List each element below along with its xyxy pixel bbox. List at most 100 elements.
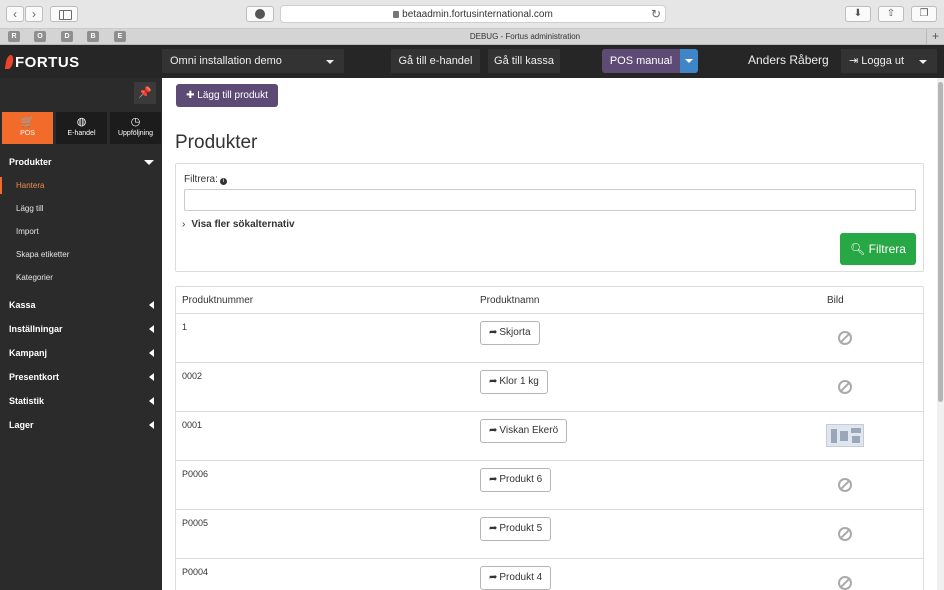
lock-icon (393, 11, 400, 18)
no-image-icon (838, 331, 852, 345)
pos-manual-dropdown[interactable] (680, 49, 698, 73)
sidebar-item-import[interactable]: Import (0, 220, 162, 243)
browser-toolbar: ‹ › betaadmin.fortusinternational.com ↻ … (0, 0, 944, 29)
chevron-left-icon (149, 349, 154, 357)
sidebar-item-hantera[interactable]: Hantera (0, 174, 162, 197)
favicon-r[interactable]: R (8, 31, 20, 42)
user-name: Anders Råberg (748, 53, 829, 67)
product-link-button[interactable]: ➦ Produkt 4 (480, 566, 552, 590)
chevron-down-icon (144, 160, 154, 165)
new-tab-icon[interactable]: + (926, 29, 944, 44)
sidebar-section-installningar[interactable]: Inställningar (0, 317, 162, 341)
filter-button[interactable]: 🔍︎ Filtrera (840, 233, 916, 265)
download-icon[interactable]: ⬇ (845, 6, 871, 22)
share-icon[interactable]: ⇧ (878, 6, 904, 22)
sidebar-section-produkter[interactable]: Produkter (0, 150, 162, 174)
module-tab-pos[interactable]: 🛒 POS (2, 112, 53, 144)
reload-icon[interactable]: ↻ (651, 6, 661, 23)
goto-kassa-button[interactable]: Gå till kassa (488, 49, 560, 73)
chevron-left-icon (149, 373, 154, 381)
share-arrow-icon: ➦ (489, 572, 498, 583)
filter-panel: Filtrera: i › Visa fler sökalternativ 🔍︎ F… (175, 163, 924, 272)
chevron-left-icon (149, 397, 154, 405)
no-image-icon (838, 380, 852, 394)
privacy-shield-icon[interactable] (246, 6, 274, 22)
sidebar-item-skapa-etiketter[interactable]: Skapa etiketter (0, 243, 162, 266)
chevron-left-icon (149, 325, 154, 333)
no-image-icon (838, 478, 852, 492)
search-icon: 🔍︎ (850, 242, 866, 256)
favicon-o[interactable]: O (34, 31, 46, 42)
produkter-submenu: Hantera Lägg till Import Skapa etiketter… (0, 174, 162, 289)
sidebar-section-presentkort[interactable]: Presentkort (0, 365, 162, 389)
module-tab-uppfoljning[interactable]: ◷ Uppföljning (110, 112, 161, 144)
tabs-overview-icon[interactable]: ❐ (911, 6, 937, 22)
page-title: Produkter (175, 132, 258, 153)
product-table: Produktnummer Produktnamn Bild 1 ➦ Skjort… (175, 286, 924, 590)
scrollbar-thumb[interactable] (938, 82, 943, 402)
module-tabs: 🛒 POS ◍ E-handel ◷ Uppföljning (2, 112, 162, 144)
share-arrow-icon: ➦ (489, 376, 498, 387)
sidebar-section-kampanj[interactable]: Kampanj (0, 341, 162, 365)
table-row: 1 ➦ Skjorta (176, 314, 923, 363)
product-link-button[interactable]: ➦ Klor 1 kg (480, 370, 548, 394)
product-link-button[interactable]: ➦ Viskan Ekerö (480, 419, 568, 443)
chevron-right-icon: › (182, 219, 186, 230)
table-row: 0001 ➦ Viskan Ekerö (176, 412, 923, 461)
product-thumbnail[interactable] (826, 424, 864, 447)
favicon-d[interactable]: D (61, 31, 73, 42)
product-number: P0005 (182, 518, 209, 528)
forward-icon[interactable]: › (25, 6, 43, 22)
active-tab-title[interactable]: DEBUG - Fortus administration (130, 29, 920, 44)
chevron-left-icon (149, 421, 154, 429)
sidebar-section-lager[interactable]: Lager (0, 413, 162, 437)
product-number: 0001 (182, 420, 203, 430)
product-link-button[interactable]: ➦ Produkt 5 (480, 517, 552, 541)
more-search-options-toggle[interactable]: › Visa fler sökalternativ (182, 219, 295, 230)
module-tab-ehandel[interactable]: ◍ E-handel (56, 112, 107, 144)
product-number: P0006 (182, 469, 209, 479)
globe-icon: ◍ (76, 116, 87, 128)
favicon-e[interactable]: E (114, 31, 126, 42)
table-row: P0006 ➦ Produkt 6 (176, 461, 923, 510)
sidebar-item-kategorier[interactable]: Kategorier (0, 266, 162, 289)
product-number: 0002 (182, 371, 203, 381)
logout-button[interactable]: ⇥ Logga ut (841, 49, 937, 73)
table-row: P0005 ➦ Produkt 5 (176, 510, 923, 559)
page-scrollbar[interactable] (937, 78, 944, 590)
store-selector[interactable]: Omni installation demo (162, 49, 344, 73)
share-arrow-icon: ➦ (489, 474, 498, 485)
favicon-b[interactable]: B (87, 31, 99, 42)
caret-down-icon (919, 60, 927, 64)
sidebar: 📌 🛒 POS ◍ E-handel ◷ Uppföljning Produkt… (0, 78, 162, 590)
sidebar-toggle-icon[interactable] (50, 6, 78, 22)
sidebar-section-kassa[interactable]: Kassa (0, 293, 162, 317)
column-header-produktnummer[interactable]: Produktnummer (182, 295, 253, 306)
filter-input[interactable] (184, 189, 916, 211)
pos-manual-button[interactable]: POS manual (602, 49, 680, 73)
pin-icon[interactable]: 📌 (134, 82, 156, 104)
no-image-icon (838, 576, 852, 590)
app-topbar: FORTUS Omni installation demo Gå till e-… (0, 45, 944, 78)
table-row: P0004 ➦ Produkt 4 (176, 559, 923, 590)
product-number: 1 (182, 322, 188, 332)
column-header-produktnamn[interactable]: Produktnamn (480, 295, 539, 306)
back-icon[interactable]: ‹ (6, 6, 24, 22)
product-link-button[interactable]: ➦ Skjorta (480, 321, 540, 345)
chevron-left-icon (149, 301, 154, 309)
flame-icon (4, 55, 15, 69)
product-link-button[interactable]: ➦ Produkt 6 (480, 468, 552, 492)
store-name: Omni installation demo (170, 55, 282, 67)
table-header: Produktnummer Produktnamn Bild (176, 287, 923, 314)
fortus-logo[interactable]: FORTUS (4, 54, 80, 71)
sidebar-menu: Produkter Hantera Lägg till Import Skapa… (0, 150, 162, 437)
url-text: betaadmin.fortusinternational.com (402, 9, 553, 20)
tab-strip: R O D B E DEBUG - Fortus administration … (0, 29, 944, 45)
address-bar[interactable]: betaadmin.fortusinternational.com ↻ (280, 5, 666, 23)
goto-ehandel-button[interactable]: Gå till e-handel (391, 49, 480, 73)
add-product-button[interactable]: ✚ Lägg till produkt (176, 84, 278, 107)
plus-icon: ✚ (186, 90, 195, 101)
info-icon[interactable]: i (219, 178, 227, 185)
sidebar-item-lagg-till[interactable]: Lägg till (0, 197, 162, 220)
sidebar-section-statistik[interactable]: Statistik (0, 389, 162, 413)
